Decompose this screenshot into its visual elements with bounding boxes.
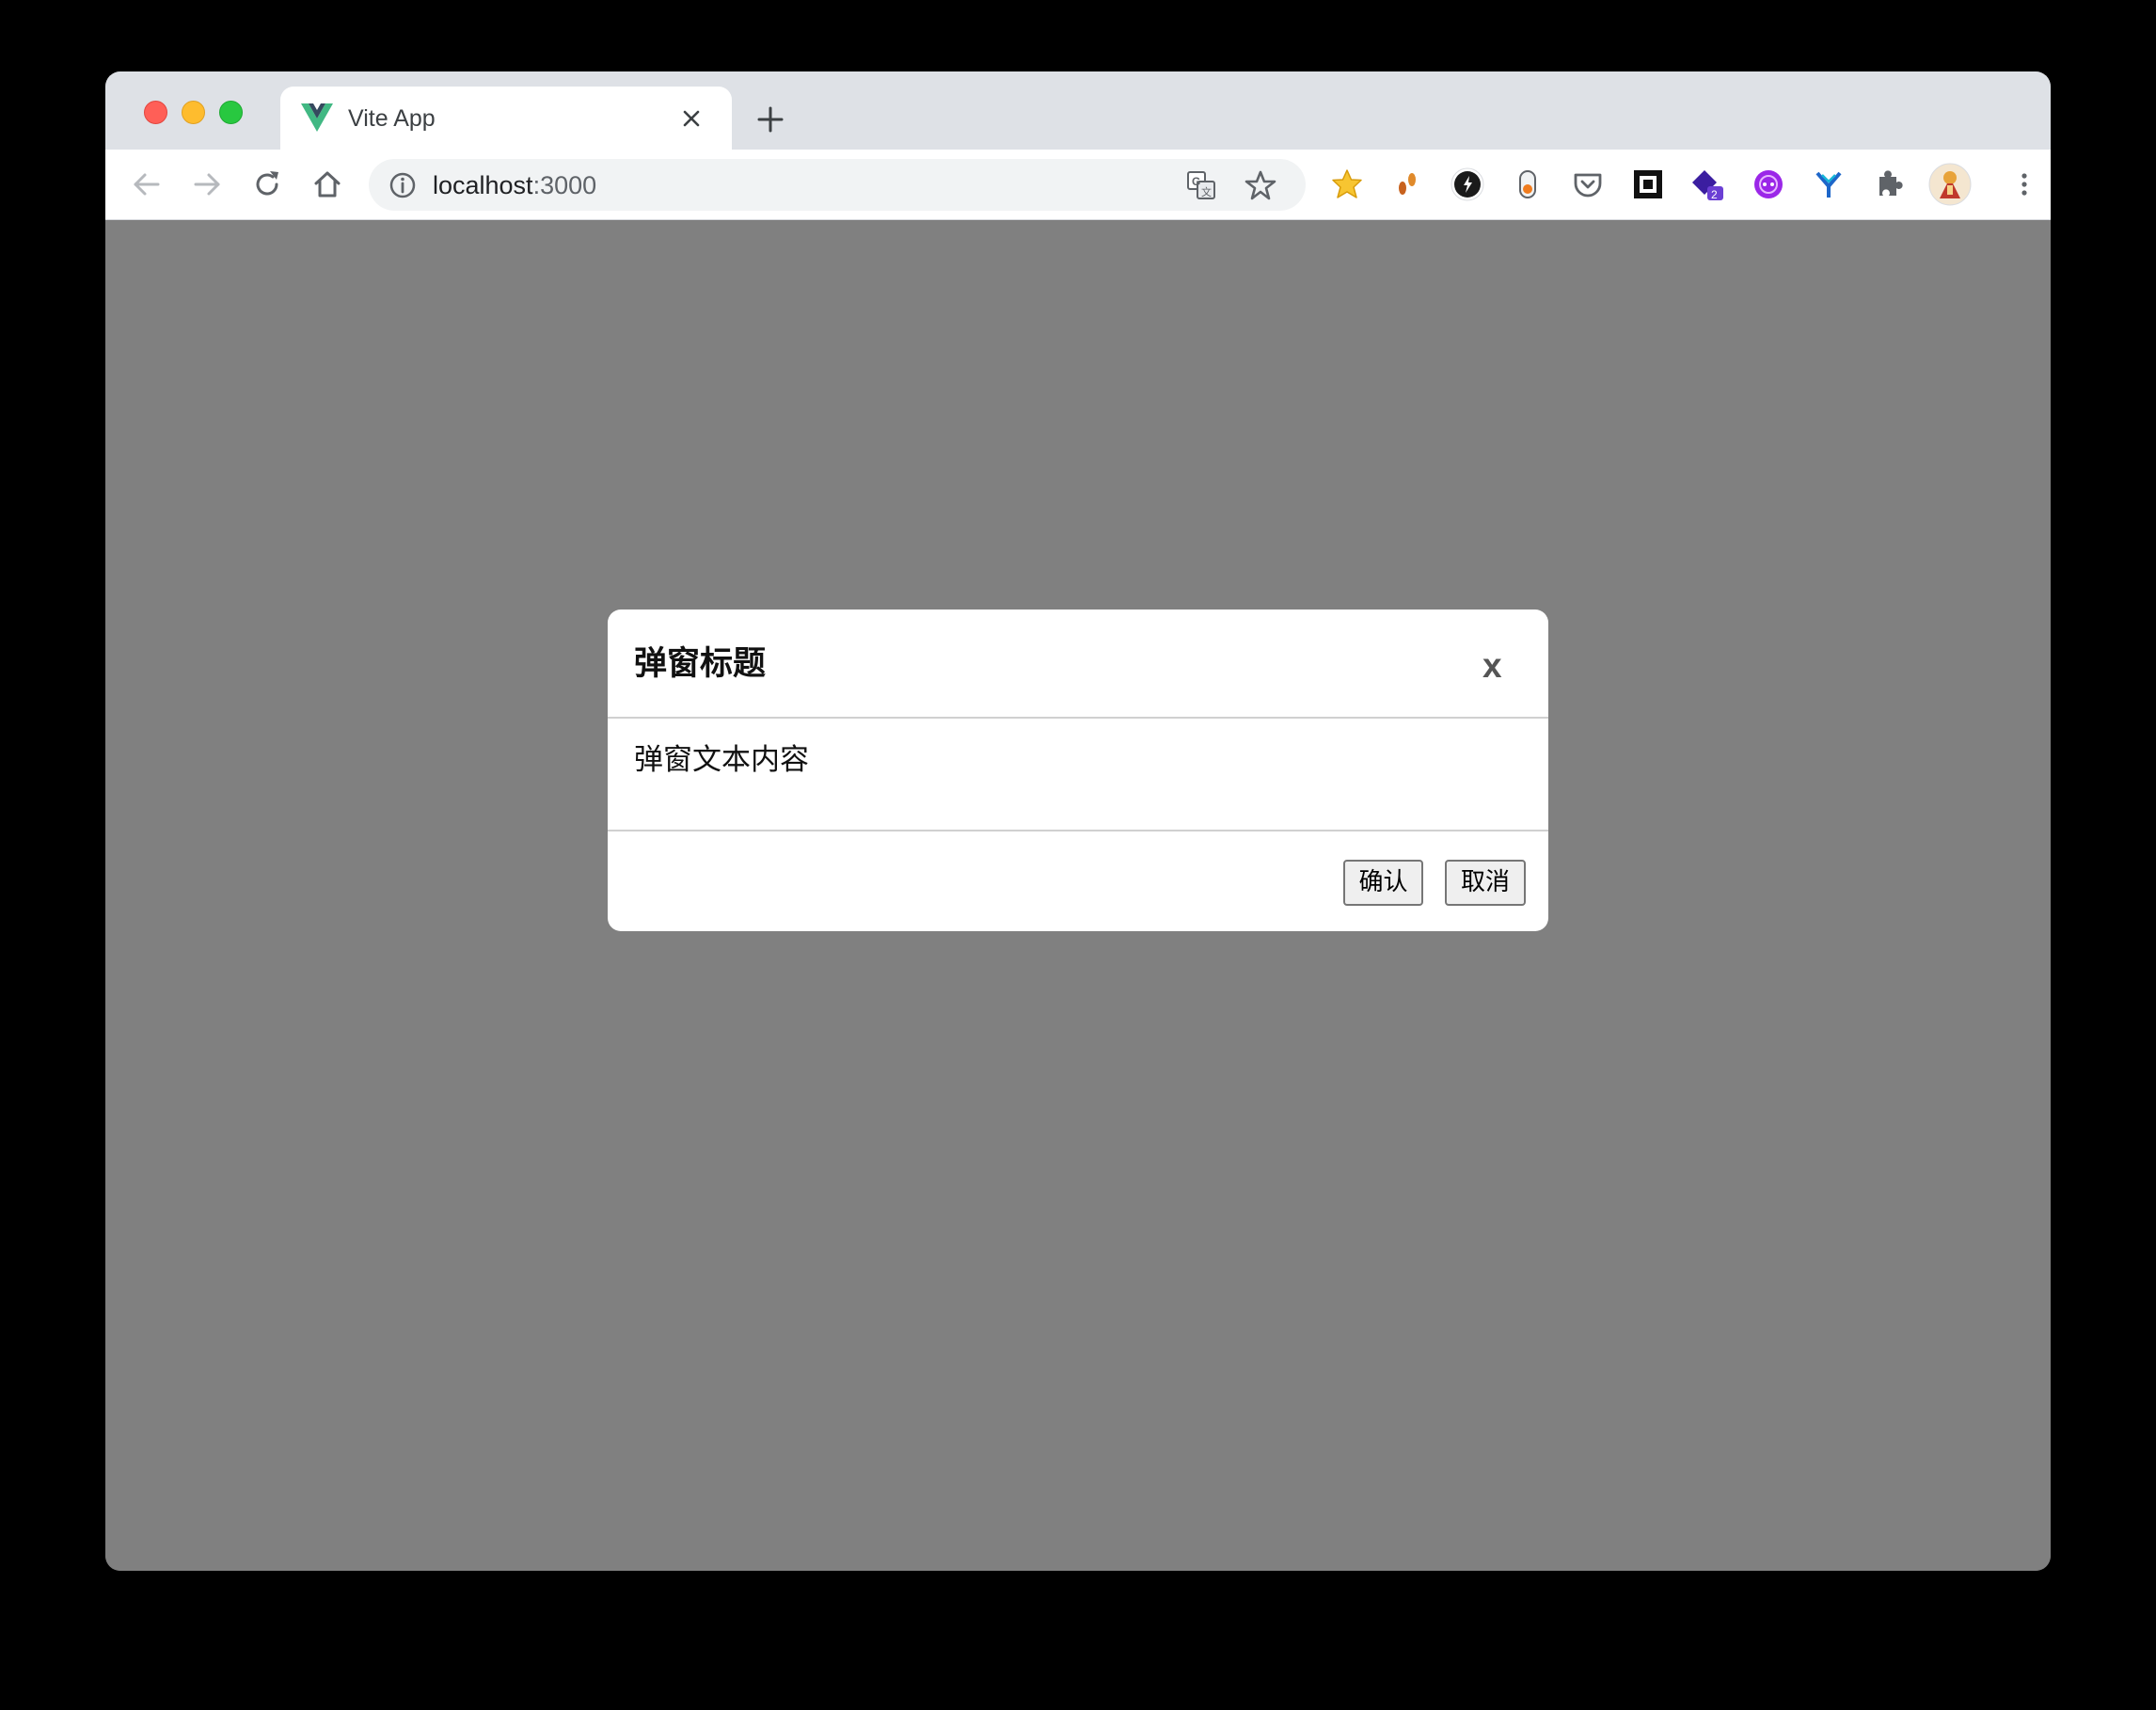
modal-footer: 确认 取消 [608,831,1548,931]
modal-title: 弹窗标题 [634,645,767,682]
browser-toolbar: localhost:3000 G 文 2 [105,150,2051,220]
url-text[interactable]: localhost:3000 [433,169,596,201]
window-maximize-button[interactable] [219,101,243,124]
magenta-extension-icon[interactable] [1752,167,1785,201]
forward-arrow-icon[interactable] [190,167,224,201]
modal-close-button[interactable]: x [1482,645,1502,687]
svg-text:文: 文 [1201,185,1212,198]
dark-circle-extension-icon[interactable] [1451,167,1484,201]
new-tab-plus-icon[interactable] [754,103,786,135]
vue-logo-icon [301,103,333,132]
extension-badge: 2 [1711,188,1718,201]
browser-tab[interactable]: Vite App [280,87,732,150]
window-minimize-button[interactable] [182,101,205,124]
browser-window: Vite App localhost:3000 G 文 2 弹窗标题 x 弹窗文… [105,71,2051,1571]
confirm-button[interactable]: 确认 [1343,860,1423,906]
footprints-extension-icon[interactable] [1390,167,1424,201]
modal-dialog: 弹窗标题 x 弹窗文本内容 确认 取消 [608,610,1548,931]
address-bar[interactable]: localhost:3000 G 文 [369,159,1306,211]
modal-body: 弹窗文本内容 [608,719,1548,831]
site-info-icon[interactable] [388,170,418,200]
reload-icon[interactable] [250,167,284,201]
svg-text:G: G [1192,175,1200,188]
cancel-button[interactable]: 取消 [1445,860,1526,906]
bookmark-star-icon[interactable] [1244,168,1277,202]
translate-icon[interactable]: G 文 [1185,169,1217,201]
page-viewport: 弹窗标题 x 弹窗文本内容 确认 取消 [105,220,2051,1571]
square-extension-icon[interactable] [1631,167,1665,201]
profile-avatar[interactable] [1928,163,1972,206]
tab-title: Vite App [348,105,436,132]
tab-strip: Vite App [105,71,2051,150]
more-vert-icon[interactable] [2007,167,2041,201]
back-arrow-icon[interactable] [130,167,164,201]
home-icon[interactable] [310,167,344,201]
purple-extension-icon[interactable]: 2 [1691,167,1725,201]
modal-header: 弹窗标题 x [608,610,1548,719]
y-extension-icon[interactable] [1812,167,1846,201]
modal-body-text: 弹窗文本内容 [634,743,809,776]
url-port: :3000 [532,171,597,199]
pocket-icon[interactable] [1571,167,1605,201]
window-close-button[interactable] [144,101,167,124]
tab-close-icon[interactable] [677,104,705,133]
star-extension-icon[interactable] [1330,167,1364,201]
url-host: localhost [433,171,533,199]
puzzle-icon[interactable] [1872,167,1906,201]
toggle-extension-icon[interactable] [1511,167,1545,201]
